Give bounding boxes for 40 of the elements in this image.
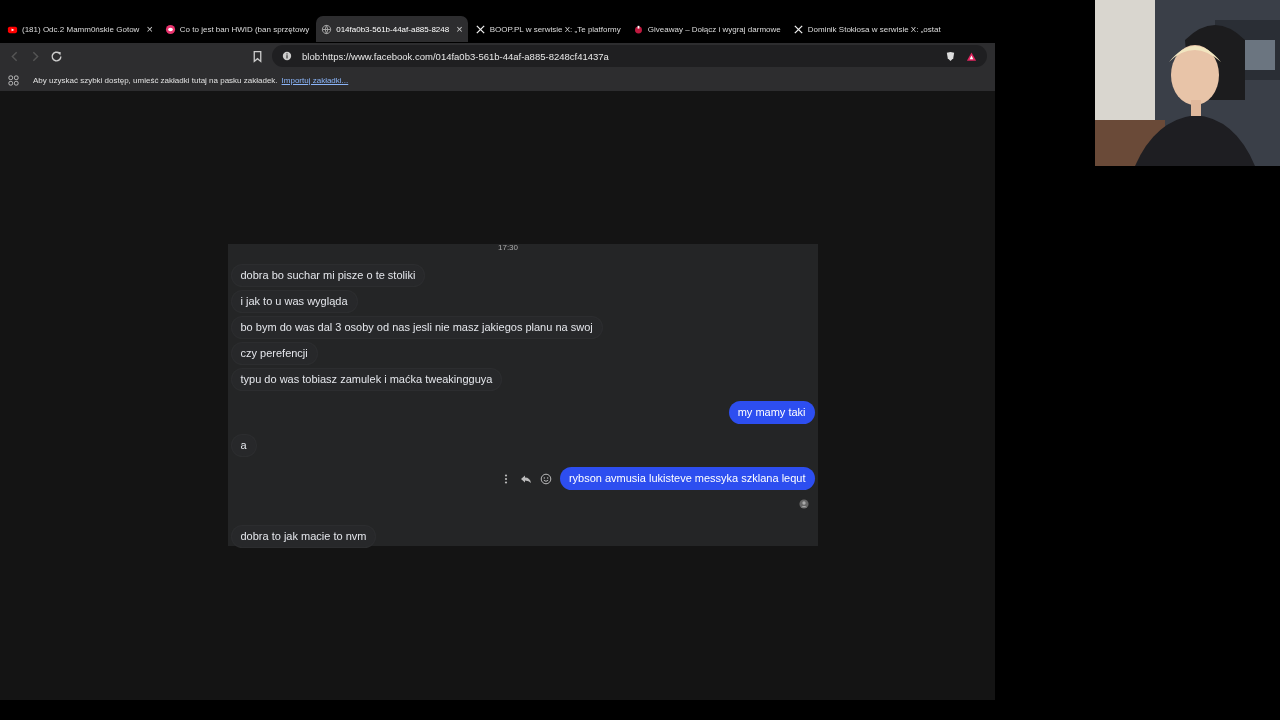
tab-title: Co to jest ban HWID (ban sprzętowy xyxy=(179,24,310,34)
triangle-icon[interactable] xyxy=(966,50,977,62)
message-bubble: rybson avmusia lukisteve messyka szklana lequt xyxy=(559,467,815,490)
message-bubble: a xyxy=(231,435,256,456)
tab-title: (181) Odc.2 Mamm0ńskie Gotow xyxy=(22,24,140,34)
emoji-icon[interactable] xyxy=(539,472,552,485)
browser-tab[interactable]: (181) Odc.2 Mamm0ńskie Gotow × xyxy=(2,16,158,42)
url-text: blob:https://www.facebook.com/014fa0b3-561b-44af-a885-8248cf41437a xyxy=(302,50,609,62)
address-bar[interactable]: blob:https://www.facebook.com/014fa0b3-561b-44af-a885-8248cf41437a xyxy=(272,45,987,67)
x-logo-icon xyxy=(474,23,486,35)
gift-icon xyxy=(632,23,644,35)
globe-icon xyxy=(321,23,333,35)
browser-tab[interactable]: 014fa0b3-561b-44af-a885-8248 × xyxy=(316,16,468,42)
reload-icon[interactable] xyxy=(50,49,63,63)
bookmark-icon[interactable] xyxy=(251,49,264,63)
browser-tab[interactable]: BOOP.PL w serwisie X: „Te platformy xyxy=(469,16,626,42)
message-bubble: bo bym do was dal 3 osoby od nas jesli nie masz jakiegos planu na swoj xyxy=(231,317,602,338)
message-bubble: dobra to jak macie to nvm xyxy=(231,526,376,547)
tab-title: Dominik Stokłosa w serwisie X: „ostat xyxy=(807,24,941,34)
x-logo-icon xyxy=(792,23,804,35)
browser-tab[interactable]: Dominik Stokłosa w serwisie X: „ostat xyxy=(787,16,946,42)
browser-tab[interactable]: Co to jest ban HWID (ban sprzętowy xyxy=(159,16,315,42)
lion-shield-icon[interactable] xyxy=(945,50,956,62)
message-bubble: typu do was tobiasz zamulek i maćka tweakingguya xyxy=(231,369,502,390)
tab-title: Giveaway – Dołącz i wygraj darmowe xyxy=(647,24,781,34)
info-icon[interactable] xyxy=(282,51,292,61)
message-bubble: czy perefencji xyxy=(231,343,317,364)
tab-title: BOOP.PL w serwisie X: „Te platformy xyxy=(489,24,621,34)
timestamp: 17:30 xyxy=(498,244,518,252)
message-bubble: i jak to u was wygląda xyxy=(231,291,357,312)
tab-title: 014fa0b3-561b-44af-a885-8248 xyxy=(336,24,450,34)
close-icon[interactable]: × xyxy=(146,23,153,35)
browser-tab[interactable]: Giveaway – Dołącz i wygraj darmowe xyxy=(627,16,786,42)
message-bubble: dobra bo suchar mi pisze o te stoliki xyxy=(231,265,425,286)
bookmarks-hint: Aby uzyskać szybki dostęp, umieść zakładki tutaj na pasku zakładek. xyxy=(33,75,278,85)
speech-bubble-icon xyxy=(164,23,176,35)
message-bubble: my mamy taki xyxy=(728,401,815,424)
import-bookmarks-link[interactable]: Importuj zakładki... xyxy=(281,75,349,85)
close-icon[interactable]: × xyxy=(456,23,463,35)
apps-grid-icon[interactable] xyxy=(8,74,19,86)
